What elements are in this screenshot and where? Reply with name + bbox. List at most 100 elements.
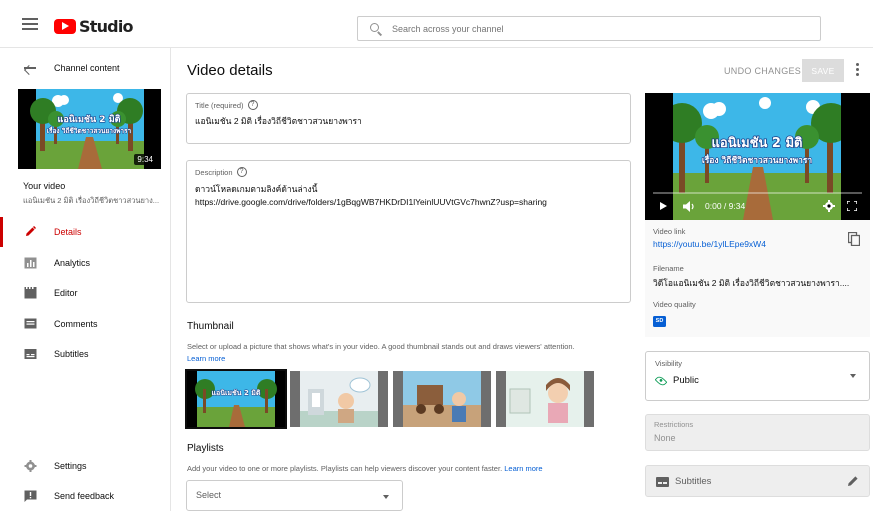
- playlist-select[interactable]: Select: [186, 480, 403, 511]
- sidebar-item-label: Comments: [54, 319, 98, 329]
- description-field-label: Description ?: [195, 167, 247, 177]
- video-link[interactable]: https://youtu.be/1ylLEpe9xW4: [653, 239, 853, 249]
- help-icon[interactable]: ?: [236, 167, 247, 177]
- thumbnail-option-image: [393, 371, 491, 427]
- search-icon: [370, 23, 379, 32]
- thumbnail-option-image: [496, 371, 594, 427]
- chevron-down-icon: [850, 374, 856, 378]
- thumbnail-learn-more-link[interactable]: Learn more: [187, 354, 225, 363]
- sidebar-item-send-feedback[interactable]: Send feedback: [0, 481, 170, 511]
- video-quality-label: Video quality: [653, 300, 696, 309]
- sidebar-item-settings[interactable]: Settings: [0, 451, 170, 481]
- youtube-studio-logo[interactable]: Studio: [54, 16, 133, 36]
- thumbnail-option-1[interactable]: แอนิเมชัน 2 มิติ: [185, 369, 287, 429]
- sd-quality-badge: SD: [653, 316, 666, 327]
- filename-value: วิดีโอแอนิเมชัน 2 มิติ เรื่องวิถีชีวิตชา…: [653, 278, 850, 288]
- restrictions-label: Restrictions: [654, 420, 694, 429]
- thumbnail-option-image: [290, 371, 388, 427]
- title-field[interactable]: Title (required) ? แอนิเมชัน 2 มิติ เรื่…: [186, 93, 631, 144]
- thumbnail-description: Select or upload a picture that shows wh…: [187, 342, 575, 351]
- visibility-label: Visibility: [655, 359, 682, 368]
- editor-icon: [24, 287, 37, 299]
- filename-label: Filename: [653, 264, 684, 273]
- title-field-label: Title (required) ?: [195, 100, 258, 110]
- video-link-label: Video link: [653, 227, 686, 236]
- back-arrow-icon[interactable]: [24, 67, 36, 69]
- description-label-text: Description: [195, 167, 233, 177]
- video-thumbnail[interactable]: แอนิเมชัน 2 มิติ เรื่อง วิถีชีวิตชาวสวนย…: [18, 89, 161, 169]
- player-overlay-title: แอนิเมชัน 2 มิติ: [712, 136, 803, 151]
- restrictions-value: None: [654, 433, 676, 443]
- playback-time: 0:00 / 9:34: [705, 201, 746, 211]
- duration-badge: 9:34: [134, 154, 156, 165]
- feedback-icon: [24, 490, 37, 502]
- playlist-select-value: Select: [196, 490, 222, 500]
- search-bar[interactable]: [357, 16, 821, 41]
- fullscreen-icon[interactable]: [847, 201, 857, 211]
- logo-text: Studio: [79, 16, 133, 36]
- gear-icon[interactable]: [823, 200, 835, 212]
- thumbnail-option-2[interactable]: [290, 371, 388, 427]
- video-preview-card: แอนิเมชัน 2 มิติ เรื่อง วิถีชีวิตชาวสวนย…: [645, 93, 870, 337]
- visibility-value: Public: [673, 375, 699, 386]
- progress-bar[interactable]: [653, 192, 862, 194]
- subtitles-field[interactable]: Subtitles: [645, 465, 870, 497]
- sidebar-item-label: Analytics: [54, 258, 91, 268]
- page-title: Video details: [187, 62, 273, 79]
- your-video-title: แอนิเมชัน 2 มิติ เรื่องวิถีชีวิตชาวสวนยา…: [23, 196, 160, 205]
- sidebar-item-subtitles[interactable]: Subtitles: [0, 339, 170, 369]
- playlists-description: Add your video to one or more playlists.…: [187, 464, 543, 473]
- subtitles-icon: [24, 349, 37, 359]
- player-controls: 0:00 / 9:34: [645, 192, 870, 220]
- play-icon[interactable]: [660, 202, 667, 210]
- analytics-icon: [24, 257, 37, 269]
- subtitles-icon: [656, 477, 669, 487]
- thumbnail-section-title: Thumbnail: [187, 321, 234, 332]
- save-button[interactable]: SAVE: [802, 59, 844, 82]
- playlists-learn-more-link[interactable]: Learn more: [504, 464, 542, 473]
- your-video-label: Your video: [23, 181, 66, 191]
- top-bar: Studio: [0, 0, 873, 48]
- back-label: Channel content: [54, 63, 120, 73]
- svg-text:แอนิเมชัน 2 มิติ: แอนิเมชัน 2 มิติ: [212, 389, 261, 397]
- sidebar-item-comments[interactable]: Comments: [0, 309, 170, 339]
- search-input[interactable]: [392, 17, 812, 40]
- thumbnail-option-3[interactable]: [393, 371, 491, 427]
- sidebar-item-label: Editor: [54, 288, 78, 298]
- sidebar-item-analytics[interactable]: Analytics: [0, 248, 170, 278]
- sidebar-item-label: Details: [54, 227, 82, 237]
- more-options-icon[interactable]: [852, 63, 862, 77]
- help-icon[interactable]: ?: [247, 100, 258, 110]
- video-player[interactable]: แอนิเมชัน 2 มิติ เรื่อง วิถีชีวิตชาวสวนย…: [645, 93, 870, 220]
- thumbnail-option-4[interactable]: [496, 371, 594, 427]
- thumbnail-option-image: แอนิเมชัน 2 มิติ: [187, 371, 285, 427]
- sidebar-item-details[interactable]: Details: [0, 217, 170, 247]
- sidebar-item-label: Settings: [54, 461, 87, 471]
- subtitles-label: Subtitles: [675, 476, 712, 487]
- eye-icon: [654, 374, 668, 388]
- svg-text:เรื่อง วิถีชีวิตชาวสวนยางพารา: เรื่อง วิถีชีวิตชาวสวนยางพารา: [47, 125, 132, 135]
- pencil-icon: [26, 226, 37, 236]
- copy-icon[interactable]: [848, 232, 860, 246]
- gear-icon: [24, 460, 37, 472]
- pencil-icon[interactable]: [847, 475, 859, 487]
- volume-icon[interactable]: [683, 201, 696, 212]
- svg-text:แอนิเมชัน 2 มิติ: แอนิเมชัน 2 มิติ: [58, 114, 121, 125]
- undo-changes-button[interactable]: UNDO CHANGES: [716, 60, 809, 82]
- youtube-play-icon: [54, 18, 76, 34]
- visibility-dropdown[interactable]: Visibility Public: [645, 351, 870, 401]
- hamburger-menu-icon[interactable]: [22, 18, 38, 30]
- sidebar-item-label: Subtitles: [54, 349, 89, 359]
- description-line-2[interactable]: https://drive.google.com/drive/folders/1…: [195, 197, 547, 207]
- back-to-channel-content[interactable]: Channel content: [0, 48, 170, 88]
- sidebar: Channel content แอนิเมชัน 2 มิติ เรื่อง …: [0, 48, 171, 511]
- title-value[interactable]: แอนิเมชัน 2 มิติ เรื่องวิถีชีวิตชาวสวนยา…: [195, 114, 362, 128]
- comments-icon: [24, 318, 37, 329]
- description-line-1[interactable]: ดาวน์โหลดเกมตามลิงค์ด้านล่างนี้: [195, 182, 317, 196]
- description-field[interactable]: Description ? ดาวน์โหลดเกมตามลิงค์ด้านล่…: [186, 160, 631, 303]
- sidebar-item-editor[interactable]: Editor: [0, 278, 170, 308]
- title-label-text: Title (required): [195, 100, 244, 110]
- restrictions-field: Restrictions None: [645, 414, 870, 451]
- playlists-description-text: Add your video to one or more playlists.…: [187, 464, 503, 473]
- sidebar-item-label: Send feedback: [54, 491, 115, 501]
